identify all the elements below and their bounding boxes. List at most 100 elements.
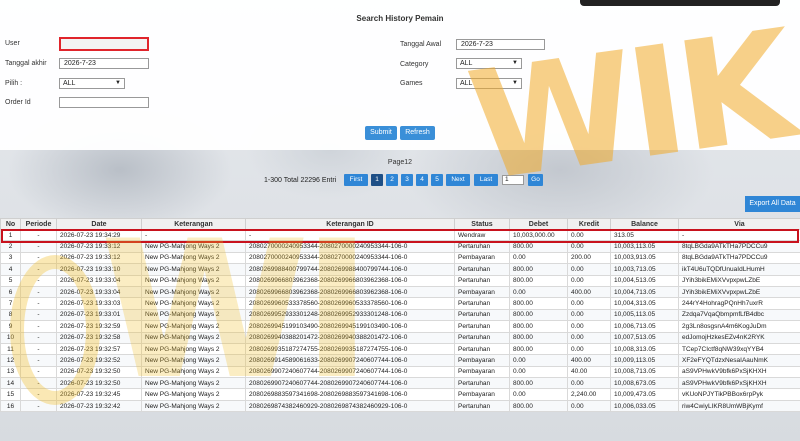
table-cell: 8tqLBGda9ATkTHa7PDCCu9 — [678, 251, 800, 265]
column-header[interactable]: Keterangan — [141, 218, 246, 230]
refresh-button[interactable]: Refresh — [400, 126, 435, 140]
column-header[interactable]: Date — [56, 218, 142, 230]
games-select[interactable]: ALL ▼ — [456, 78, 522, 89]
table-cell: 2080269935187274755-2080269935187274755-… — [245, 342, 455, 356]
table-cell: 0.00 — [567, 320, 611, 333]
table-row[interactable]: 14-2026-07-23 19:32:50 New PG-Mahjong Way… — [0, 377, 800, 390]
table-cell: 10,003,000.00 — [509, 228, 568, 242]
page-button[interactable]: 4 — [416, 174, 428, 186]
table-row[interactable]: 7-2026-07-23 19:33:03 New PG-Mahjong Ways… — [0, 297, 800, 310]
table-row[interactable]: 4-2026-07-23 19:33:10 New PG-Mahjong Ways… — [0, 263, 800, 276]
pilih-select[interactable]: ALL ▼ — [59, 78, 125, 89]
table-row[interactable]: 1-2026-07-23 19:34:29- - Wendraw 10,003,000… — [0, 228, 800, 242]
page-button[interactable]: 3 — [401, 174, 413, 186]
next-page-button[interactable]: Next — [446, 174, 470, 186]
tanggal-awal-input[interactable]: 2026-7-23 — [456, 39, 545, 50]
table-cell: 2080269874382460929-2080269874382460929-… — [245, 399, 455, 413]
table-cell: 800.00 — [509, 342, 568, 356]
column-header[interactable]: Via — [678, 218, 800, 230]
submit-button[interactable]: Submit — [365, 126, 397, 140]
export-all-data-button[interactable]: Export All Data — [745, 196, 800, 212]
games-select-value: ALL — [460, 80, 473, 87]
table-cell: 800.00 — [509, 274, 568, 287]
order-id-input[interactable] — [59, 97, 149, 108]
table-cell: aS9VPHwkV9bfk6PxSjKHXH — [678, 377, 800, 390]
page-number-input[interactable]: 1 — [502, 175, 524, 185]
table-row[interactable]: 6-2026-07-23 19:33:04 New PG-Mahjong Ways… — [0, 285, 800, 299]
page-button[interactable]: 1 — [371, 174, 383, 186]
table-cell: 10,007,513.05 — [610, 331, 679, 344]
category-select-value: ALL — [460, 60, 473, 67]
table-cell: 2026-07-23 19:33:12 — [56, 240, 142, 253]
table-cell: New PG-Mahjong Ways 2 — [141, 285, 246, 299]
table-cell: - — [20, 331, 57, 344]
table-cell: 0.00 — [567, 297, 611, 310]
table-cell: aS9VPHwkV9bfk6PxSjKHXH — [678, 365, 800, 379]
table-row[interactable]: 10-2026-07-23 19:32:58 New PG-Mahjong Way… — [0, 331, 800, 344]
table-cell: 40.00 — [567, 365, 611, 379]
table-cell: 10,005,113.05 — [610, 308, 679, 322]
table-cell: 4 — [0, 263, 21, 276]
table-cell: 10,006,713.05 — [610, 320, 679, 333]
column-header[interactable]: Kredit — [567, 218, 611, 230]
table-cell: - — [20, 354, 57, 367]
table-cell: 2026-07-23 19:32:50 — [56, 365, 142, 379]
table-row[interactable]: 13-2026-07-23 19:32:50 New PG-Mahjong Way… — [0, 365, 800, 379]
column-header[interactable]: Keterangan ID — [245, 218, 455, 230]
table-cell: 400.00 — [567, 354, 611, 367]
table-cell: 0.00 — [509, 251, 568, 265]
table-row[interactable]: 16-2026-07-23 19:32:42 New PG-Mahjong Way… — [0, 399, 800, 413]
column-header[interactable]: Periode — [20, 218, 57, 230]
first-page-button[interactable]: First — [344, 174, 368, 186]
table-row[interactable]: 9-2026-07-23 19:32:59 New PG-Mahjong Ways… — [0, 320, 800, 333]
column-header[interactable]: Balance — [610, 218, 679, 230]
user-input[interactable] — [59, 37, 149, 51]
table-cell: 12 — [0, 354, 21, 367]
table-row[interactable]: 11-2026-07-23 19:32:57 New PG-Mahjong Way… — [0, 342, 800, 356]
table-cell: New PG-Mahjong Ways 2 — [141, 331, 246, 344]
table-cell: 800.00 — [509, 331, 568, 344]
table-cell: 3 — [0, 251, 21, 265]
table-cell: 2080269966803962368-2080269966803962368-… — [245, 274, 455, 287]
table-cell: 10,003,713.05 — [610, 263, 679, 276]
table-cell: 0.00 — [509, 285, 568, 299]
table-cell: 9 — [0, 320, 21, 333]
table-cell: 800.00 — [509, 263, 568, 276]
table-cell: - — [20, 274, 57, 287]
last-page-button[interactable]: Last — [474, 174, 498, 186]
tanggal-awal-label: Tanggal Awal — [400, 41, 442, 48]
table-row[interactable]: 2-2026-07-23 19:33:12 New PG-Mahjong Ways… — [0, 240, 800, 253]
table-cell: 2026-07-23 19:32:42 — [56, 399, 142, 413]
column-header[interactable]: Debet — [509, 218, 568, 230]
table-row[interactable]: 12-2026-07-23 19:32:52 New PG-Mahjong Way… — [0, 354, 800, 367]
pagination-area: Page12 1-300 Total 22296 Entri First 1 2… — [0, 150, 800, 195]
table-header-row: No Periode Date Keterangan Keterangan ID… — [0, 218, 800, 230]
table-cell: New PG-Mahjong Ways 2 — [141, 251, 246, 265]
table-cell: - — [20, 251, 57, 265]
table-row[interactable]: 8-2026-07-23 19:33:01 New PG-Mahjong Ways… — [0, 308, 800, 322]
page-button[interactable]: 2 — [386, 174, 398, 186]
table-row[interactable]: 15-2026-07-23 19:32:45 New PG-Mahjong Way… — [0, 388, 800, 401]
table-cell: 0.00 — [567, 240, 611, 253]
table-cell: 10 — [0, 331, 21, 344]
table-cell: 800.00 — [509, 297, 568, 310]
table-cell: Pertaruhan — [454, 320, 510, 333]
table-cell: 2,240.00 — [567, 388, 611, 401]
table-cell: Pertaruhan — [454, 308, 510, 322]
table-cell: 0.00 — [567, 308, 611, 322]
table-row[interactable]: 3-2026-07-23 19:33:12 New PG-Mahjong Ways… — [0, 251, 800, 265]
category-select[interactable]: ALL ▼ — [456, 58, 522, 69]
table-cell: 2026-07-23 19:33:10 — [56, 263, 142, 276]
column-header[interactable]: No — [0, 218, 21, 230]
games-label: Games — [400, 80, 423, 87]
table-cell: Pembayaran — [454, 388, 510, 401]
column-header[interactable]: Status — [454, 218, 510, 230]
table-cell: 800.00 — [509, 240, 568, 253]
tanggal-akhir-input[interactable]: 2026-7-23 — [59, 58, 149, 69]
table-cell: 10,004,313.05 — [610, 297, 679, 310]
table-cell: New PG-Mahjong Ways 2 — [141, 263, 246, 276]
go-button[interactable]: Go — [528, 174, 543, 186]
page-button[interactable]: 5 — [431, 174, 443, 186]
chevron-down-icon: ▼ — [115, 80, 121, 86]
table-row[interactable]: 5-2026-07-23 19:33:04 New PG-Mahjong Ways… — [0, 274, 800, 287]
